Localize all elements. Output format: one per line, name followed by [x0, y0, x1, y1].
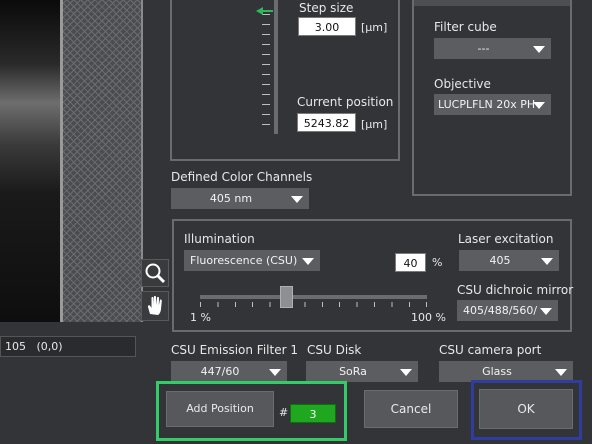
chevron-down-icon [291, 196, 303, 203]
status-coords: 105 (0,0) [5, 340, 63, 353]
ok-button[interactable]: OK [479, 389, 573, 429]
color-channels-label: Defined Color Channels [171, 170, 313, 184]
step-size-input[interactable]: 3.00 [298, 17, 356, 36]
optics-header-bar [414, 0, 570, 6]
z-slider-marker[interactable] [256, 5, 273, 15]
filter-cube-value: --- [477, 42, 490, 55]
dichroic-value: 405/488/560/ [463, 304, 538, 317]
dichroic-dropdown[interactable]: 405/488/560/ [457, 300, 558, 321]
color-channels-value: 405 nm [209, 192, 253, 205]
position-count-field: 3 [290, 404, 336, 423]
z-slider-ticks [262, 14, 270, 134]
illumination-dropdown[interactable]: Fluorescence (CSU) [184, 250, 320, 271]
emission-filter-value: 447/60 [200, 365, 240, 378]
chevron-down-icon [533, 46, 545, 53]
objective-label: Objective [434, 77, 491, 91]
current-position-input[interactable]: 5243.82 [297, 113, 356, 132]
illumination-value: Fluorescence (CSU) [190, 254, 298, 267]
current-position-unit: [µm] [361, 118, 388, 131]
laser-excitation-value: 405 [489, 254, 511, 267]
chevron-down-icon [302, 258, 314, 265]
illumination-percent-input[interactable]: 40 [395, 253, 426, 272]
illumination-slider-ticks [200, 302, 427, 307]
laser-excitation-dropdown[interactable]: 405 [459, 250, 559, 271]
illumination-slider-track[interactable] [200, 295, 427, 299]
slider-max-label: 100 % [411, 311, 446, 324]
current-position-label: Current position [297, 95, 394, 109]
hatched-scroll-area [63, 0, 141, 322]
image-view[interactable] [0, 0, 62, 322]
slider-min-label: 1 % [190, 311, 211, 324]
csu-disk-label: CSU Disk [307, 343, 362, 357]
camera-port-dropdown[interactable]: Glass [439, 361, 573, 382]
cancel-button[interactable]: Cancel [364, 390, 458, 428]
illumination-percent-unit: % [432, 256, 443, 269]
status-bar: 105 (0,0) [0, 336, 136, 357]
magnifier-icon [145, 263, 166, 284]
dichroic-label: CSU dichroic mirror [457, 283, 574, 297]
camera-port-label: CSU camera port [439, 343, 542, 357]
laser-excitation-label: Laser excitation [458, 232, 554, 246]
chevron-down-icon [555, 369, 567, 376]
emission-filter-label: CSU Emission Filter 1 [171, 343, 298, 357]
csu-disk-dropdown[interactable]: SoRa [306, 361, 418, 382]
hand-icon [147, 295, 162, 315]
position-count-hash: # [279, 406, 289, 419]
filter-cube-dropdown[interactable]: --- [434, 38, 551, 59]
illumination-label: Illumination [184, 232, 255, 246]
filter-cube-label: Filter cube [434, 20, 497, 34]
csu-disk-value: SoRa [339, 365, 367, 378]
chevron-down-icon [400, 369, 412, 376]
chevron-down-icon [269, 369, 281, 376]
objective-value: LUCPLFLN 20x PH [438, 98, 536, 111]
zoom-button[interactable] [141, 259, 169, 287]
pan-button[interactable] [141, 291, 169, 321]
camera-port-value: Glass [482, 365, 512, 378]
step-size-label: Step size [299, 1, 354, 15]
step-size-unit: [µm] [361, 21, 388, 34]
add-position-button[interactable]: Add Position [166, 391, 274, 427]
chevron-down-icon [533, 102, 545, 109]
color-channels-dropdown[interactable]: 405 nm [171, 188, 309, 209]
emission-filter-dropdown[interactable]: 447/60 [171, 361, 287, 382]
chevron-down-icon [540, 308, 552, 315]
illumination-slider-thumb[interactable] [279, 286, 293, 308]
z-slider-track[interactable] [274, 0, 278, 134]
objective-dropdown[interactable]: LUCPLFLN 20x PH [434, 94, 551, 115]
chevron-down-icon [541, 258, 553, 265]
